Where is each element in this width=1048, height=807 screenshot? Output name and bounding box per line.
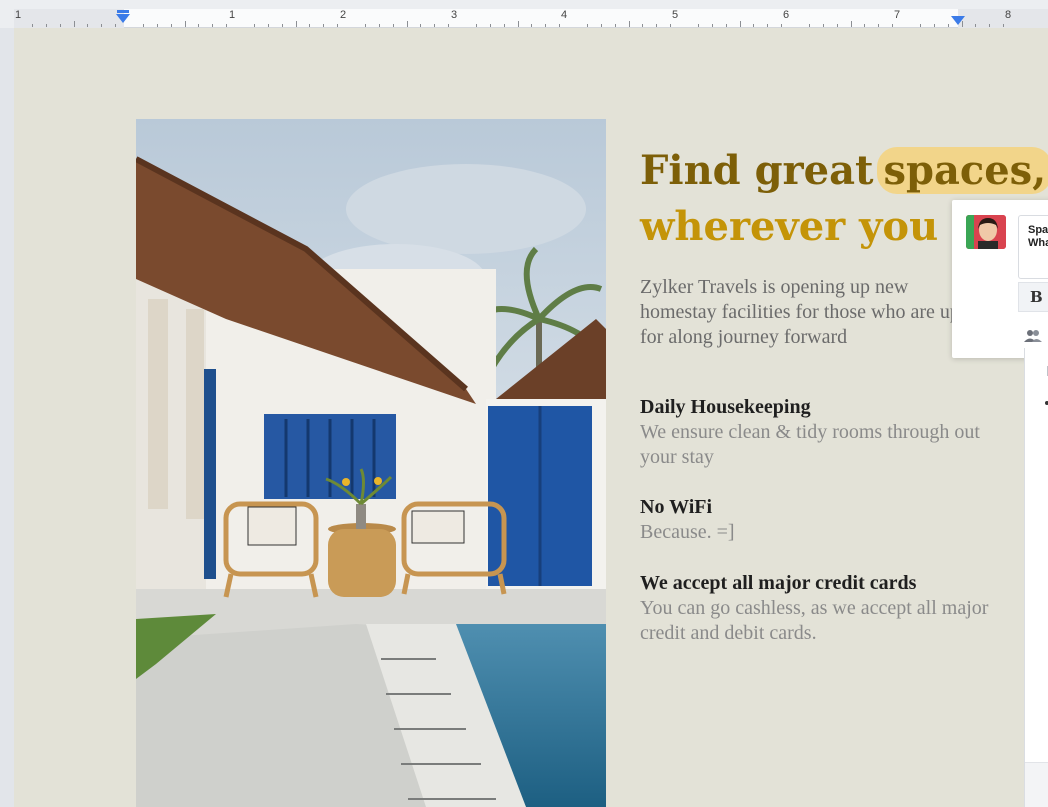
ruler-tick: [392, 24, 394, 27]
ruler-tick: [406, 21, 408, 27]
ruler-tick: [892, 24, 894, 27]
ruler-number: 8: [1004, 9, 1012, 21]
right-indent-marker[interactable]: [951, 16, 965, 25]
left-indent-marker[interactable]: [116, 14, 130, 23]
ruler-tick: [822, 24, 824, 27]
ruler-tick: [45, 24, 47, 27]
ruler-tick: [337, 24, 339, 27]
intro-paragraph[interactable]: Zylker Travels is opening up new homesta…: [640, 275, 980, 350]
mention-users-icon[interactable]: [1024, 328, 1042, 342]
ruler-number: 1: [14, 9, 22, 21]
ruler-tick: [198, 24, 200, 27]
ruler-tick: [378, 24, 380, 27]
ruler-tick: [101, 24, 103, 27]
ruler-number: 5: [671, 9, 679, 21]
ruler-tick: [753, 24, 755, 27]
comment-text-line2: Wha: [1028, 237, 1048, 249]
ruler-tick: [600, 24, 602, 27]
ruler-tick: [253, 24, 255, 27]
ruler-tick: [295, 21, 297, 27]
feature-item[interactable]: No WiFi Because. =]: [640, 495, 1000, 545]
ruler-number: 3: [450, 9, 458, 21]
ruler-tick: [184, 21, 186, 27]
ruler-tick: [115, 24, 117, 27]
headline-prefix: Find great: [640, 147, 874, 194]
ruler-tick: [212, 24, 214, 27]
ruler-tick: [87, 24, 89, 27]
resort-photo[interactable]: [136, 119, 606, 807]
ruler-tick: [628, 21, 630, 27]
feature-title: No WiFi: [640, 496, 713, 518]
ruler-tick: [642, 24, 644, 27]
ruler-tick: [545, 24, 547, 27]
ruler-number: 7: [893, 9, 901, 21]
side-panel-footer: [1025, 762, 1048, 807]
ruler-tick: [656, 24, 658, 27]
ruler-number: 2: [339, 9, 347, 21]
comment-panel[interactable]: Spa Wha B: [952, 200, 1048, 358]
feature-title: We accept all major credit cards: [640, 572, 917, 594]
ruler-number: 1: [228, 9, 236, 21]
ruler-tick: [989, 24, 991, 27]
ruler-track: 1 1 2 3 4 5 6 7 8: [14, 9, 1048, 28]
ruler-number: 4: [560, 9, 568, 21]
ruler-tick: [170, 24, 172, 27]
ruler-tick: [475, 24, 477, 27]
ruler-tick: [878, 24, 880, 27]
ruler-tick: [586, 24, 588, 27]
ruler-left-margin: [14, 9, 124, 28]
ruler-tick: [309, 24, 311, 27]
ruler-tick: [489, 24, 491, 27]
bold-button[interactable]: B: [1018, 282, 1048, 312]
feature-item[interactable]: We accept all major credit cards You can…: [640, 571, 1000, 646]
ruler-tick: [836, 24, 838, 27]
ruler-tick: [531, 24, 533, 27]
horizontal-ruler[interactable]: 1 1 2 3 4 5 6 7 8: [0, 0, 1048, 28]
feature-item[interactable]: Daily Housekeeping We ensure clean & tid…: [640, 395, 1000, 470]
ruler-tick: [142, 24, 144, 27]
comment-text-line1: Spa: [1028, 224, 1048, 236]
ruler-tick: [670, 24, 672, 27]
ruler-tick: [226, 24, 228, 27]
ruler-number: 6: [782, 9, 790, 21]
ruler-tick: [434, 24, 436, 27]
ruler-tick: [73, 21, 75, 27]
feature-description: You can go cashless, as we accept all ma…: [640, 597, 989, 644]
ruler-tick: [919, 24, 921, 27]
ruler-tick: [808, 24, 810, 27]
ruler-tick: [503, 24, 505, 27]
comment-input[interactable]: Spa Wha: [1018, 215, 1048, 279]
ruler-tick: [267, 24, 269, 27]
ruler-tick: [1003, 24, 1005, 27]
ruler-tick: [947, 24, 949, 27]
ruler-tick: [711, 24, 713, 27]
ruler-tick: [767, 24, 769, 27]
ruler-tick: [781, 24, 783, 27]
ruler-tick: [725, 24, 727, 27]
ruler-tick: [281, 24, 283, 27]
ruler-tick: [975, 24, 977, 27]
feature-title: Daily Housekeeping: [640, 396, 811, 418]
ruler-tick: [59, 24, 61, 27]
ruler-tick: [614, 24, 616, 27]
ruler-tick: [559, 24, 561, 27]
ruler-tick: [739, 21, 741, 27]
first-line-indent-marker[interactable]: [117, 10, 129, 13]
feature-description: Because. =]: [640, 521, 735, 543]
ruler-tick: [933, 24, 935, 27]
ruler-tick: [517, 21, 519, 27]
ruler-tick: [323, 24, 325, 27]
headline-highlighted-word: spaces,: [877, 147, 1048, 194]
ruler-tick: [364, 24, 366, 27]
ruler-tick: [420, 24, 422, 27]
side-panel[interactable]: [1024, 348, 1048, 807]
ruler-tick: [156, 24, 158, 27]
avatar: [966, 215, 1006, 249]
ruler-tick: [697, 24, 699, 27]
ruler-tick: [31, 24, 33, 27]
feature-description: We ensure clean & tidy rooms through out…: [640, 421, 980, 468]
ruler-tick: [864, 24, 866, 27]
ruler-tick: [850, 21, 852, 27]
ruler-tick: [448, 24, 450, 27]
